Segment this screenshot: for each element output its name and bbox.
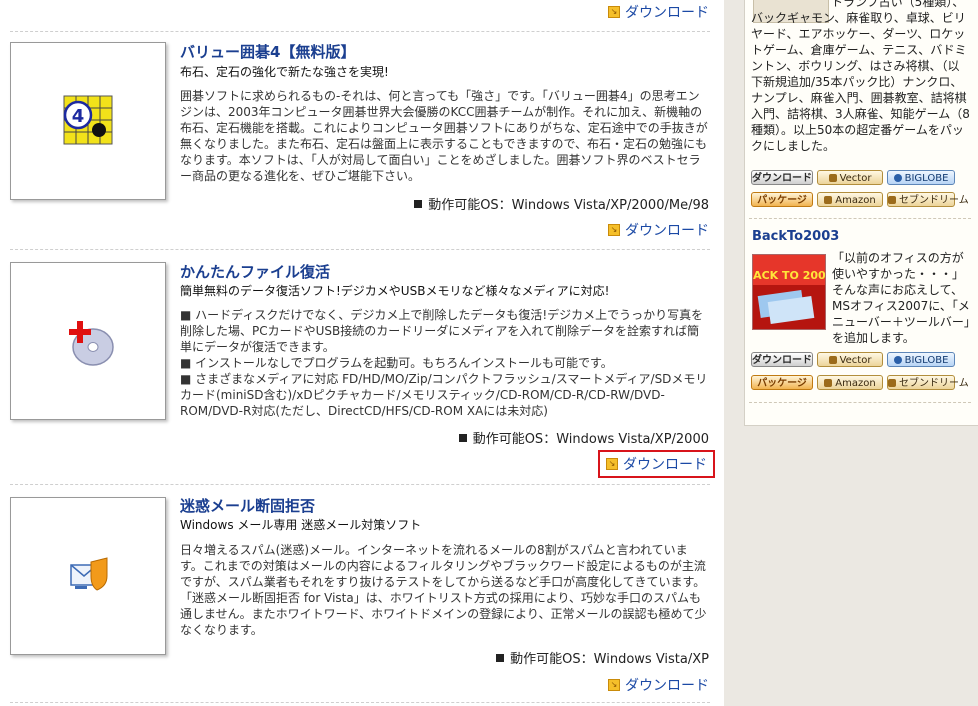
download-link-top[interactable]: ↘ ダウンロード <box>608 2 709 22</box>
download-arrow-icon: ↘ <box>606 458 618 470</box>
disc-recovery-icon <box>69 321 114 366</box>
product-thumbnail-mail[interactable] <box>10 497 166 655</box>
download-link[interactable]: ↘ ダウンロード <box>608 675 709 695</box>
amazon-badge[interactable]: Amazon <box>817 375 883 390</box>
download-link-label: ダウンロード <box>625 223 709 239</box>
download-link-label: ダウンロード <box>625 5 709 21</box>
download-arrow-icon: ↘ <box>608 224 620 236</box>
product-title[interactable]: バリュー囲碁4【無料版】 <box>180 41 355 62</box>
sidebar-panel: トランプ占い（5種類）、バックギャモン、麻雀取り、卓球、ビリヤード、エアホッケー… <box>744 0 978 426</box>
product-os: 動作可能OS：Windows Vista/XP/2000/Me/98 <box>414 194 709 213</box>
go-board-icon: 4 <box>63 95 113 145</box>
product-thumbnail-recovery[interactable] <box>10 262 166 420</box>
divider <box>10 31 710 32</box>
os-text: 動作可能OS：Windows Vista/XP/2000/Me/98 <box>428 198 709 213</box>
os-text: 動作可能OS：Windows Vista/XP/2000 <box>472 432 709 447</box>
divider <box>749 402 971 403</box>
bullet-square-icon <box>496 654 505 662</box>
download-link[interactable]: ↘ ダウンロード <box>608 220 709 240</box>
download-badge[interactable]: ダウンロード <box>751 352 813 367</box>
download-link-highlighted[interactable]: ↘ ダウンロード <box>598 450 715 478</box>
product-description: ■ ハードディスクだけでなく、デジカメ上で削除したデータも復活!デジカメ上でうっ… <box>180 308 708 418</box>
product-os: 動作可能OS：Windows Vista/XP/2000 <box>458 428 709 447</box>
badge-label: Vector <box>839 355 872 366</box>
svg-text:4: 4 <box>72 106 85 127</box>
backto2003-package-icon: BACK TO 2003 <box>753 255 825 329</box>
vector-badge[interactable]: Vector <box>817 170 883 185</box>
sidebar-product-description: 「以前のオフィスの方が使いやすかった・・・」そんな声にお応えして、MSオフィス2… <box>832 251 970 345</box>
sevendream-icon <box>888 379 896 387</box>
vector-icon <box>828 356 837 364</box>
sidebar-product-description: トランプ占い（5種類）、バックギャモン、麻雀取り、卓球、ビリヤード、エアホッケー… <box>751 0 970 153</box>
sevendream-badge[interactable]: セブンドリーム <box>887 192 969 207</box>
package-badge[interactable]: パッケージ <box>751 375 813 390</box>
biglobe-badge[interactable]: BIGLOBE <box>887 352 955 367</box>
product-description: 囲碁ソフトに求められるもの-それは、何と言っても「強さ」です。「バリュー囲碁4」… <box>180 89 708 183</box>
sidebar-product-title[interactable]: BackTo2003 <box>752 229 839 244</box>
product-os: 動作可能OS：Windows Vista/XP <box>496 648 709 667</box>
amazon-badge[interactable]: Amazon <box>817 192 883 207</box>
mail-shield-icon <box>70 557 108 591</box>
download-arrow-icon: ↘ <box>608 6 620 18</box>
download-link-label: ダウンロード <box>623 457 707 473</box>
bullet-square-icon <box>414 200 423 208</box>
vector-icon <box>828 174 837 182</box>
download-arrow-icon: ↘ <box>608 679 620 691</box>
divider <box>10 249 710 250</box>
divider <box>10 702 710 703</box>
package-badge[interactable]: パッケージ <box>751 192 813 207</box>
vector-badge[interactable]: Vector <box>817 352 883 367</box>
product-title[interactable]: 迷惑メール断固拒否 <box>180 495 315 516</box>
amazon-icon <box>824 379 833 387</box>
amazon-icon <box>824 196 833 204</box>
download-link-label: ダウンロード <box>625 678 709 694</box>
product-subtitle: Windows メール専用 迷惑メール対策ソフト <box>180 518 422 532</box>
badge-label: BIGLOBE <box>904 355 949 366</box>
biglobe-icon <box>893 356 902 364</box>
product-subtitle: 簡単無料のデータ復活ソフト!デジカメやUSBメモリなど様々なメディアに対応! <box>180 284 610 298</box>
bullet-square-icon <box>458 434 467 442</box>
product-thumbnail-go[interactable]: 4 <box>10 42 166 200</box>
main-content: ↘ ダウンロード 4 バリュー囲碁4【無料版】 布石、定石の強化で新たな強さを実… <box>0 0 724 706</box>
badge-label: Amazon <box>835 195 876 206</box>
sevendream-icon <box>888 196 896 204</box>
biglobe-icon <box>893 174 902 182</box>
product-description: 日々増えるスパム(迷惑)メール。インターネットを流れるメールの8割がスパムと言わ… <box>180 543 707 637</box>
biglobe-badge[interactable]: BIGLOBE <box>887 170 955 185</box>
sidebar: トランプ占い（5種類）、バックギャモン、麻雀取り、卓球、ビリヤード、エアホッケー… <box>724 0 978 706</box>
badge-label: セブンドリーム <box>899 195 969 206</box>
divider <box>10 484 710 485</box>
backto2003-image[interactable]: BACK TO 2003 <box>752 254 826 330</box>
badge-label: BIGLOBE <box>904 173 949 184</box>
download-badge[interactable]: ダウンロード <box>751 170 813 185</box>
divider <box>749 218 971 219</box>
os-text: 動作可能OS：Windows Vista/XP <box>510 652 709 667</box>
sevendream-badge[interactable]: セブンドリーム <box>887 375 969 390</box>
svg-text:BACK TO 2003: BACK TO 2003 <box>753 269 825 282</box>
product-title[interactable]: かんたんファイル復活 <box>180 261 330 282</box>
badge-label: Amazon <box>835 378 876 389</box>
badge-label: セブンドリーム <box>899 378 969 389</box>
badge-label: Vector <box>839 173 872 184</box>
product-subtitle: 布石、定石の強化で新たな強さを実現! <box>180 65 389 79</box>
